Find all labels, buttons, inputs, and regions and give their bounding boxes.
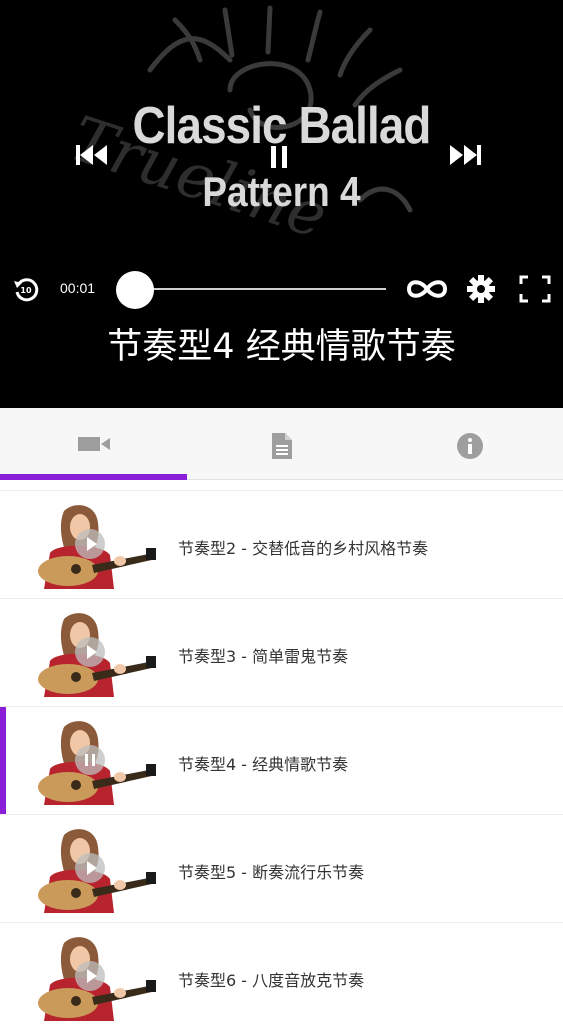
lesson-item[interactable]: 节奏型6 - 八度音放克节奏 xyxy=(0,922,563,1030)
infinity-icon xyxy=(406,280,448,298)
document-icon xyxy=(271,433,292,459)
lesson-item[interactable]: 节奏型2 - 交替低音的乡村风格节奏 xyxy=(0,490,563,598)
lesson-list: 节奏型2 - 交替低音的乡村风格节奏 节奏型3 - 简单雷鬼节奏 节奏型4 - … xyxy=(0,490,563,1030)
pause-icon xyxy=(271,146,287,168)
play-icon xyxy=(75,853,105,883)
video-player[interactable]: Trueline Classic Ballad Pattern 4 10 00:… xyxy=(0,0,563,408)
info-icon xyxy=(456,433,483,459)
play-icon xyxy=(75,529,105,559)
tab-video[interactable] xyxy=(0,408,187,480)
lesson-title: 节奏型6 - 八度音放克节奏 xyxy=(178,971,365,990)
video-caption: 节奏型4 经典情歌节奏 xyxy=(107,327,456,367)
lesson-title: 节奏型2 - 交替低音的乡村风格节奏 xyxy=(178,539,429,558)
replay-10-icon: 10 xyxy=(14,278,39,302)
play-icon xyxy=(75,961,105,991)
fullscreen-icon xyxy=(519,275,551,303)
lesson-title: 节奏型5 - 断奏流行乐节奏 xyxy=(178,863,365,882)
active-indicator xyxy=(0,707,6,815)
lesson-item[interactable]: 节奏型5 - 断奏流行乐节奏 xyxy=(0,814,563,922)
lesson-item[interactable]: 节奏型3 - 简单雷鬼节奏 xyxy=(0,598,563,706)
loop-button[interactable] xyxy=(404,274,450,304)
tab-bar xyxy=(0,408,563,480)
lesson-title: 节奏型3 - 简单雷鬼节奏 xyxy=(178,647,349,666)
tab-selected-indicator xyxy=(0,474,187,480)
pause-button[interactable] xyxy=(268,144,292,170)
settings-button[interactable] xyxy=(466,274,496,304)
lesson-title: 节奏型4 - 经典情歌节奏 xyxy=(178,755,349,774)
replay-10-button[interactable]: 10 xyxy=(12,275,40,303)
play-icon xyxy=(75,637,105,667)
svg-text:10: 10 xyxy=(20,286,32,295)
skip-previous-button[interactable] xyxy=(74,142,110,168)
skip-previous-icon xyxy=(76,145,107,165)
tab-info[interactable] xyxy=(376,408,563,480)
player-controls: 10 00:01 xyxy=(0,266,563,312)
skip-next-button[interactable] xyxy=(447,142,483,168)
skip-next-icon xyxy=(450,145,481,165)
tab-notes[interactable] xyxy=(188,408,375,480)
video-subtitle-card: Pattern 4 xyxy=(202,168,361,215)
fullscreen-button[interactable] xyxy=(518,274,552,304)
seek-bar[interactable] xyxy=(136,288,386,290)
lesson-item[interactable]: 节奏型4 - 经典情歌节奏 xyxy=(0,706,563,815)
pause-icon xyxy=(75,745,105,775)
gear-icon xyxy=(467,275,495,303)
video-camera-icon xyxy=(77,437,110,451)
current-time: 00:01 xyxy=(60,280,96,296)
seek-handle[interactable] xyxy=(116,271,154,309)
